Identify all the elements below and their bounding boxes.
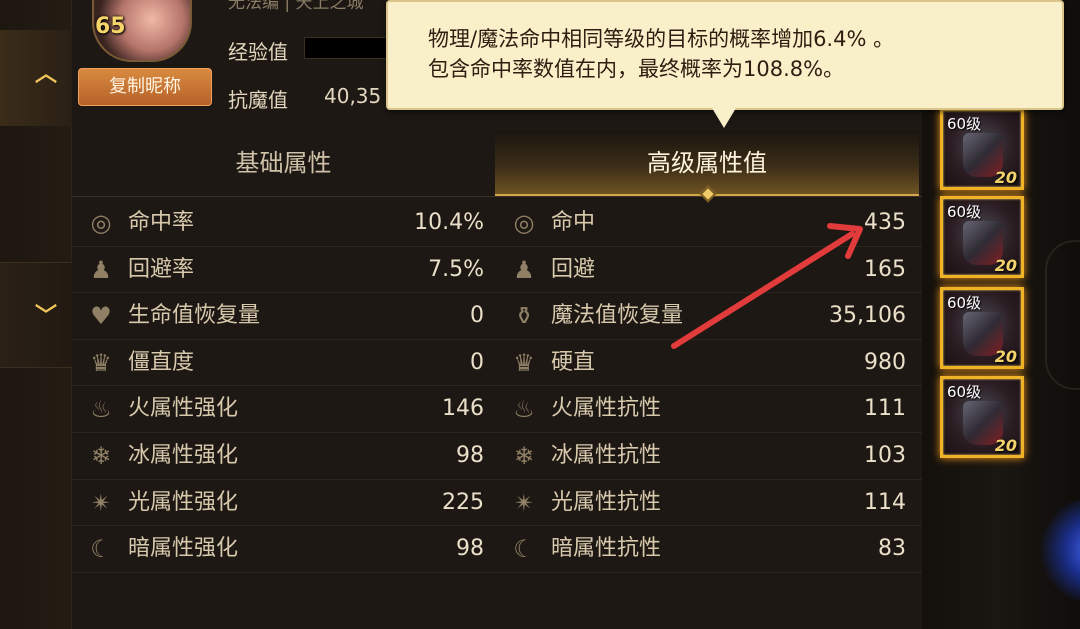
annotation-arrow-icon [671,223,863,349]
